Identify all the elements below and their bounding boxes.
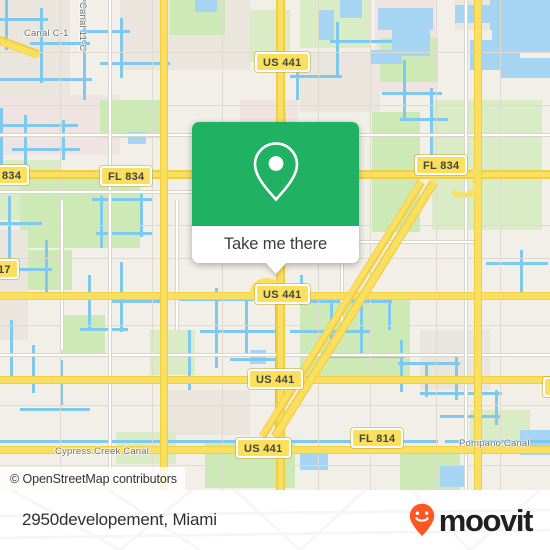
route-shield-label: US 441 (263, 57, 302, 69)
route-shield-fl834-left[interactable]: FL 834 (100, 166, 153, 186)
route-shield-us441-lower[interactable]: US 441 (248, 369, 303, 389)
route-shield-us441-top[interactable]: US 441 (255, 52, 310, 72)
moovit-logo[interactable]: moovit (409, 490, 534, 550)
route-shield-fl834-edge[interactable]: 834 (0, 165, 30, 185)
location-title: 2950developement, Miami (22, 510, 217, 529)
route-shield-fl814-bottom[interactable]: FL 814 (351, 428, 404, 448)
take-me-there-button[interactable]: Take me there (192, 226, 359, 263)
route-shield-label: FL 814 (359, 433, 396, 445)
route-shield-label: US 441 (256, 374, 295, 386)
callout-icon-panel (192, 122, 359, 226)
moovit-pin-smile-icon (409, 503, 435, 537)
footer-bar: 2950developement, Miami moovit (0, 490, 550, 550)
moovit-wordmark: moovit (438, 502, 534, 538)
route-shield-fl817-edge[interactable]: 17 (0, 259, 19, 279)
route-shield-label: US 441 (244, 443, 283, 455)
route-shield-label: US 441 (263, 289, 302, 301)
route-shield-label: 834 (2, 170, 22, 182)
route-shield-right-edge[interactable] (543, 377, 550, 397)
map-screenshot: Canal C-1 Canal 11-C Cypress Creek Canal… (0, 0, 550, 550)
route-shield-us441-bottom[interactable]: US 441 (236, 438, 291, 458)
location-callout-card[interactable]: Take me there (192, 122, 359, 274)
map-canvas[interactable]: Canal C-1 Canal 11-C Cypress Creek Canal… (0, 0, 550, 490)
callout-tail (264, 262, 287, 274)
route-shield-us441-mid[interactable]: US 441 (255, 284, 310, 304)
route-shield-label: 17 (0, 264, 11, 276)
route-shield-label: FL 834 (108, 171, 145, 183)
route-shield-fl834-right[interactable]: FL 834 (415, 155, 468, 175)
osm-attribution[interactable]: © OpenStreetMap contributors (0, 467, 185, 490)
route-shield-label: FL 834 (423, 160, 460, 172)
map-pin-icon (248, 140, 304, 209)
